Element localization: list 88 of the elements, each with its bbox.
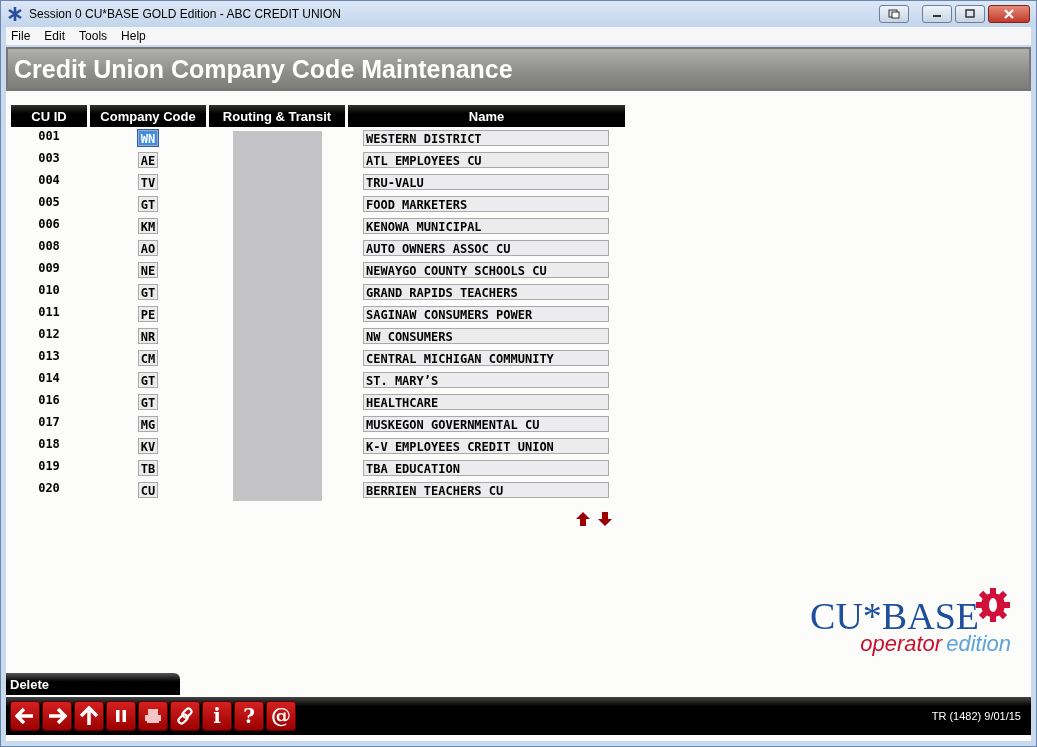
cu-id-cell: 019 — [38, 459, 60, 473]
restore-tab-button[interactable] — [879, 5, 909, 23]
name-field[interactable]: WESTERN DISTRICT — [363, 130, 609, 146]
delete-action-tab[interactable]: Delete — [6, 673, 180, 697]
name-field[interactable]: TRU-VALU — [363, 174, 609, 190]
page-down-icon[interactable] — [597, 511, 613, 527]
column-header: Name — [348, 105, 625, 127]
name-field[interactable]: BERRIEN TEACHERS CU — [363, 482, 609, 498]
name-field[interactable]: FOOD MARKETERS — [363, 196, 609, 212]
toolbar-button[interactable]: ? — [234, 701, 264, 731]
cu-id-cell: 013 — [38, 349, 60, 363]
name-field[interactable]: HEALTHCARE — [363, 394, 609, 410]
asterisk-icon — [7, 6, 23, 22]
cu-id-cell: 008 — [38, 239, 60, 253]
print-button[interactable] — [138, 701, 168, 731]
company-code-field[interactable]: CU — [137, 482, 159, 498]
company-code-field[interactable]: TB — [137, 460, 159, 476]
name-field[interactable]: AUTO OWNERS ASSOC CU — [363, 240, 609, 256]
menu-item[interactable]: Tools — [79, 29, 108, 43]
toolbar-button[interactable]: @ — [266, 701, 296, 731]
link-button[interactable] — [170, 701, 200, 731]
minimize-button[interactable] — [922, 5, 952, 23]
maximize-button[interactable] — [955, 5, 985, 23]
name-field[interactable]: NW CONSUMERS — [363, 328, 609, 344]
company-code-field[interactable]: GT — [137, 394, 159, 410]
cu-id-cell: 014 — [38, 371, 60, 385]
company-code-field[interactable]: NR — [137, 328, 159, 344]
cu-id-cell: 004 — [38, 173, 60, 187]
printer-icon — [144, 708, 162, 724]
name-field[interactable]: K-V EMPLOYEES CREDIT UNION — [363, 438, 609, 454]
cu-id-cell: 001 — [38, 129, 60, 143]
column-header: Routing & Transit — [209, 105, 345, 127]
company-code-field[interactable]: GT — [137, 196, 159, 212]
name-field[interactable]: SAGINAW CONSUMERS POWER — [363, 306, 609, 322]
cu-id-cell: 011 — [38, 305, 60, 319]
company-code-field[interactable]: TV — [137, 174, 159, 190]
company-code-field[interactable]: PE — [137, 306, 159, 322]
cu-id-cell: 017 — [38, 415, 60, 429]
name-field[interactable]: GRAND RAPIDS TEACHERS — [363, 284, 609, 300]
name-field[interactable]: MUSKEGON GOVERNMENTAL CU — [363, 416, 609, 432]
company-code-field[interactable]: NE — [137, 262, 159, 278]
name-field[interactable]: NEWAYGO COUNTY SCHOOLS CU — [363, 262, 609, 278]
company-code-field[interactable]: AE — [137, 152, 159, 168]
cu-id-cell: 012 — [38, 327, 60, 341]
pause-icon — [115, 709, 127, 723]
up-button[interactable] — [74, 701, 104, 731]
cu-id-cell: 020 — [38, 481, 60, 495]
right-arrow-icon — [47, 707, 67, 725]
name-field[interactable]: CENTRAL MICHIGAN COMMUNITY — [363, 350, 609, 366]
column-header: CU ID — [11, 105, 87, 127]
cu-id-cell: 003 — [38, 151, 60, 165]
column-header: Company Code — [90, 105, 206, 127]
company-code-field[interactable]: MG — [137, 416, 159, 432]
page-up-icon[interactable] — [575, 511, 591, 527]
menu-item[interactable]: Help — [121, 29, 146, 43]
company-code-field[interactable]: KM — [137, 218, 159, 234]
back-button[interactable] — [10, 701, 40, 731]
name-field[interactable]: TBA EDUCATION — [363, 460, 609, 476]
screen-header: Credit Union Company Code Maintenance — [6, 47, 1031, 91]
cu-id-cell: 010 — [38, 283, 60, 297]
link-icon — [175, 706, 195, 726]
name-field[interactable]: KENOWA MUNICIPAL — [363, 218, 609, 234]
company-code-field[interactable]: KV — [137, 438, 159, 454]
name-field[interactable]: ST. MARY’S — [363, 372, 609, 388]
company-code-field[interactable]: GT — [137, 372, 159, 388]
close-icon — [1003, 9, 1015, 19]
menu-item[interactable]: Edit — [44, 29, 66, 43]
up-arrow-icon — [79, 706, 99, 726]
cu-id-cell: 009 — [38, 261, 60, 275]
company-code-field[interactable]: CM — [137, 350, 159, 366]
pause-button[interactable] — [106, 701, 136, 731]
menu-item[interactable]: File — [11, 29, 31, 43]
forward-button[interactable] — [42, 701, 72, 731]
cu-id-cell: 016 — [38, 393, 60, 407]
gear-icon — [975, 587, 1011, 623]
close-button[interactable] — [988, 5, 1030, 23]
cu-id-cell: 006 — [38, 217, 60, 231]
cu-id-cell: 018 — [38, 437, 60, 451]
company-code-field[interactable]: GT — [137, 284, 159, 300]
window-title: Session 0 CU*BASE GOLD Edition - ABC CREDIT UNION — [29, 7, 342, 21]
left-arrow-icon — [15, 707, 35, 725]
maximize-icon — [965, 9, 975, 19]
company-code-field[interactable]: AO — [137, 240, 159, 256]
toolbar-button[interactable]: i — [202, 701, 232, 731]
cu-id-cell: 005 — [38, 195, 60, 209]
status-text: TR (1482) 9/01/15 — [931, 710, 1021, 722]
windows-icon — [888, 9, 900, 19]
name-field[interactable]: ATL EMPLOYEES CU — [363, 152, 609, 168]
